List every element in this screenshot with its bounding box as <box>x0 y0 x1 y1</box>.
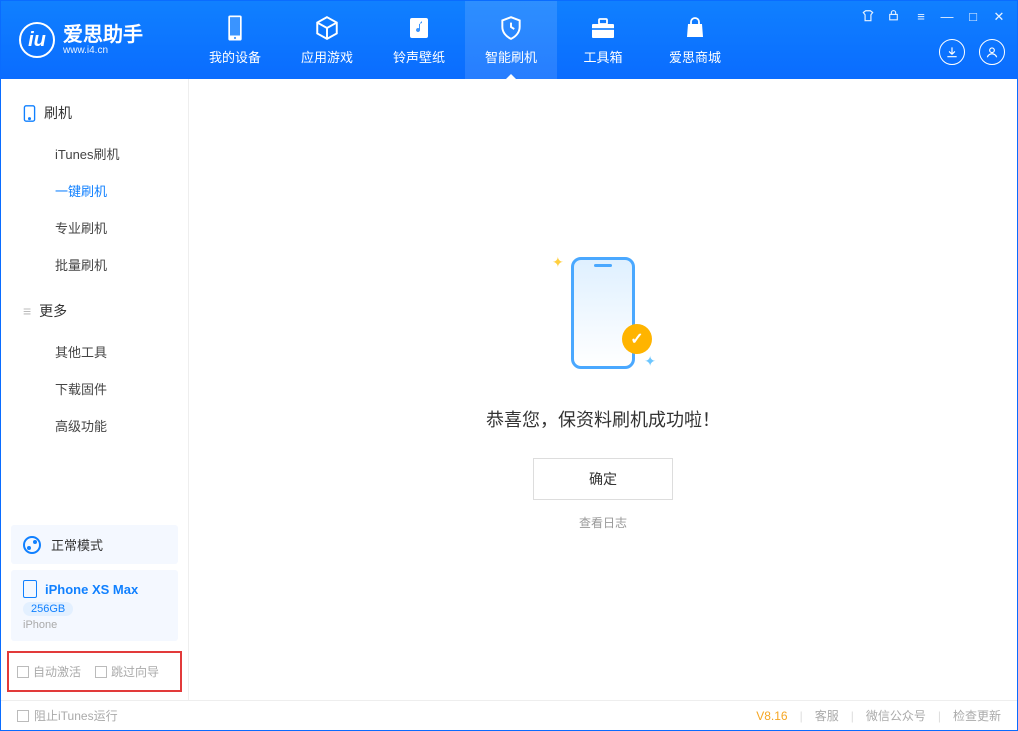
logo: iu 爱思助手 www.i4.cn <box>1 22 189 58</box>
footer-link-support[interactable]: 客服 <box>815 707 839 724</box>
tab-apps[interactable]: 应用游戏 <box>281 1 373 79</box>
phone-icon <box>222 15 248 41</box>
brand-url: www.i4.cn <box>63 45 143 56</box>
sidebar-group-flash: 刷机 <box>1 97 188 129</box>
toolbox-icon <box>590 15 616 41</box>
close-icon[interactable]: ✕ <box>991 9 1007 25</box>
tab-device[interactable]: 我的设备 <box>189 1 281 79</box>
menu-lines-icon: ≡ <box>23 303 31 319</box>
footer: 阻止iTunes运行 V8.16 | 客服 | 微信公众号 | 检查更新 <box>1 700 1017 730</box>
block-itunes-checkbox[interactable]: 阻止iTunes运行 <box>17 707 118 724</box>
lock-icon[interactable] <box>887 9 903 25</box>
sidebar: 刷机 iTunes刷机 一键刷机 专业刷机 批量刷机 ≡ 更多 其他工具 下载固… <box>1 79 189 700</box>
device-tile[interactable]: iPhone XS Max 256GB iPhone <box>11 570 178 641</box>
mode-tile[interactable]: 正常模式 <box>11 525 178 564</box>
sidebar-item-batch[interactable]: 批量刷机 <box>1 246 188 283</box>
sidebar-item-other[interactable]: 其他工具 <box>1 333 188 370</box>
sidebar-bottom: 正常模式 iPhone XS Max 256GB iPhone 自动激活 跳过向… <box>1 519 188 700</box>
main-panel: ✦ ✓ ✦ 恭喜您，保资料刷机成功啦！ 确定 查看日志 <box>189 79 1017 700</box>
user-icon[interactable] <box>979 39 1005 65</box>
device-icon <box>23 580 37 598</box>
brand-name: 爱思助手 <box>63 25 143 45</box>
sidebar-item-pro[interactable]: 专业刷机 <box>1 209 188 246</box>
storage-badge: 256GB <box>23 602 73 616</box>
success-message: 恭喜您，保资料刷机成功啦！ <box>486 406 720 432</box>
skip-guide-checkbox[interactable]: 跳过向导 <box>95 663 159 680</box>
download-icon[interactable] <box>939 39 965 65</box>
sidebar-item-advanced[interactable]: 高级功能 <box>1 407 188 444</box>
note-icon <box>406 15 432 41</box>
sparkle-icon: ✦ <box>644 353 656 370</box>
phone-outline-icon <box>23 105 36 122</box>
phone-graphic <box>571 257 635 369</box>
minimize-icon[interactable]: — <box>939 9 955 25</box>
tab-tools[interactable]: 工具箱 <box>557 1 649 79</box>
auto-activate-checkbox[interactable]: 自动激活 <box>17 663 81 680</box>
sidebar-item-firmware[interactable]: 下载固件 <box>1 370 188 407</box>
body: 刷机 iTunes刷机 一键刷机 专业刷机 批量刷机 ≡ 更多 其他工具 下载固… <box>1 79 1017 700</box>
tab-flash[interactable]: 智能刷机 <box>465 1 557 79</box>
app-window: ≡ — □ ✕ iu 爱思助手 www.i4.cn 我的设备 应用游戏 铃声壁纸 <box>0 0 1018 731</box>
success-illustration: ✦ ✓ ✦ <box>538 248 668 378</box>
tab-ringtone[interactable]: 铃声壁纸 <box>373 1 465 79</box>
sidebar-item-itunes[interactable]: iTunes刷机 <box>1 135 188 172</box>
sparkle-icon: ✦ <box>552 254 564 271</box>
shield-icon <box>498 15 524 41</box>
sidebar-group-more: ≡ 更多 <box>1 295 188 327</box>
footer-link-wechat[interactable]: 微信公众号 <box>866 707 926 724</box>
device-name: iPhone XS Max <box>45 582 138 597</box>
maximize-icon[interactable]: □ <box>965 9 981 25</box>
version-label: V8.16 <box>756 709 787 723</box>
sidebar-item-oneclick[interactable]: 一键刷机 <box>1 172 188 209</box>
mode-icon <box>23 536 41 554</box>
window-controls: ≡ — □ ✕ <box>861 9 1007 25</box>
menu-icon[interactable]: ≡ <box>913 9 929 25</box>
tab-store[interactable]: 爱思商城 <box>649 1 741 79</box>
header-right <box>939 39 1005 65</box>
bag-icon <box>682 15 708 41</box>
footer-link-update[interactable]: 检查更新 <box>953 707 1001 724</box>
check-icon: ✓ <box>622 324 652 354</box>
header-tabs: 我的设备 应用游戏 铃声壁纸 智能刷机 工具箱 爱思商城 <box>189 1 741 79</box>
option-row: 自动激活 跳过向导 <box>7 651 182 692</box>
header: ≡ — □ ✕ iu 爱思助手 www.i4.cn 我的设备 应用游戏 铃声壁纸 <box>1 1 1017 79</box>
ok-button[interactable]: 确定 <box>533 458 673 500</box>
device-type: iPhone <box>23 619 166 631</box>
cube-icon <box>314 15 340 41</box>
shirt-icon[interactable] <box>861 9 877 25</box>
view-log-link[interactable]: 查看日志 <box>579 514 627 531</box>
logo-icon: iu <box>19 22 55 58</box>
